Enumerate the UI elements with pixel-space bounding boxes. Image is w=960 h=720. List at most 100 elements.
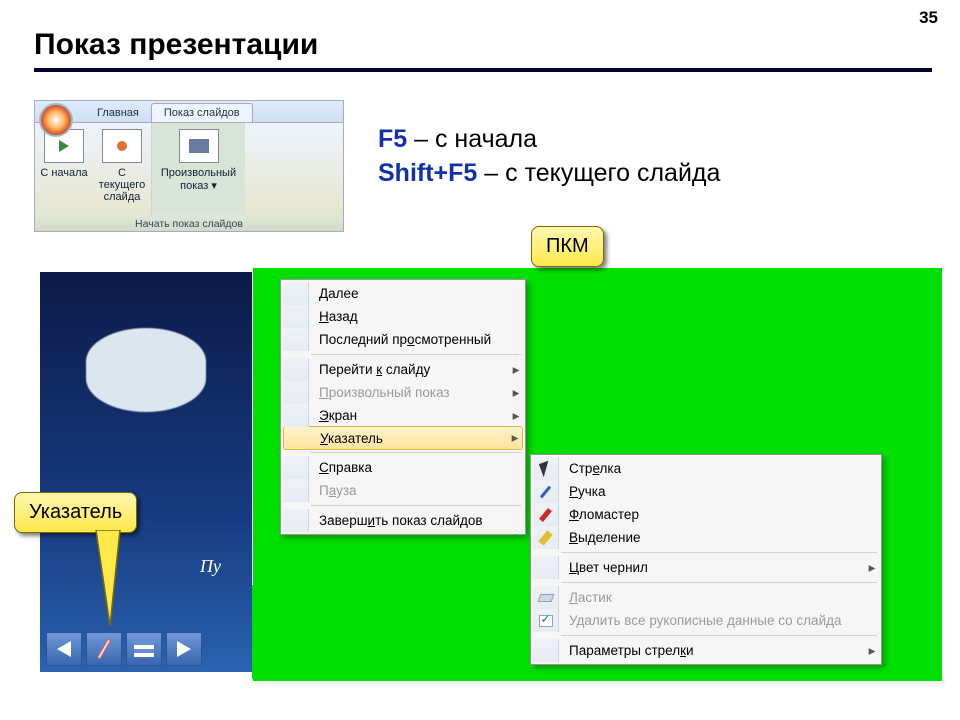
ptr-arrow-opts-label: Параметры стрелки — [559, 643, 865, 658]
ptr-arrow[interactable]: Стрелка — [533, 457, 879, 480]
submenu-arrow-icon: ▸ — [509, 362, 523, 378]
ctx-pointer[interactable]: Указатель ▸ — [283, 426, 523, 450]
callout-pkm: ПКМ — [531, 226, 604, 267]
ptr-felt-label: Фломастер — [559, 507, 879, 522]
page-number: 35 — [919, 8, 938, 28]
erase-all-icon — [533, 609, 559, 632]
ctx-icon-blank — [283, 456, 309, 479]
nav-next-button[interactable] — [166, 632, 202, 666]
ptr-high-label: Выделение — [559, 530, 879, 545]
custom-show-label: Произвольный показ ▾ — [154, 167, 243, 192]
ctx-end[interactable]: Завершить показ слайдов — [283, 509, 523, 532]
pointer-submenu: Стрелка Ручка Фломастер Выделение Цвет ч… — [530, 454, 882, 665]
ptr-erase-all-label: Удалить все рукописные данные со слайда — [559, 613, 879, 628]
menu-icon — [134, 641, 154, 657]
ctx-end-label: Завершить показ слайдов — [309, 513, 523, 528]
ctx-sep — [311, 452, 521, 453]
ptr-ink-color[interactable]: Цвет чернил ▸ — [533, 556, 879, 579]
slide-preview: НКТ Пу — [40, 272, 252, 672]
ctx-back[interactable]: Назад — [283, 305, 523, 328]
page-title: Показ презентации — [34, 28, 932, 62]
ctx-screen[interactable]: Экран ▸ — [283, 404, 523, 427]
ctx-last-label: Последний просмотренный — [309, 332, 523, 347]
custom-show-icon — [179, 129, 219, 163]
cursor-icon — [533, 457, 559, 480]
title-underline — [34, 68, 932, 72]
nav-menu-button[interactable] — [126, 632, 162, 666]
context-menu: Далее Назад Последний просмотренный Пере… — [280, 279, 526, 535]
slide-sub-fragment: Пу — [200, 556, 221, 577]
nav-pen-button[interactable] — [86, 632, 122, 666]
btn-custom-show[interactable]: Произвольный показ ▾ — [151, 123, 245, 215]
ctx-sep — [311, 505, 521, 506]
pen-icon — [97, 638, 111, 659]
pen-icon — [533, 480, 559, 503]
ctx-icon-blank — [283, 305, 309, 328]
ctx-back-label: Назад — [309, 309, 523, 324]
ctx-pause: Пауза — [283, 479, 523, 502]
ctx-icon-blank — [284, 427, 310, 449]
ptr-arrow-opts[interactable]: Параметры стрелки ▸ — [533, 639, 879, 662]
submenu-arrow-icon: ▸ — [508, 430, 522, 446]
ptr-felt[interactable]: Фломастер — [533, 503, 879, 526]
highlighter-icon — [533, 526, 559, 549]
ptr-ink-label: Цвет чернил — [559, 560, 865, 575]
ptr-pen-label: Ручка — [559, 484, 879, 499]
tab-home[interactable]: Главная — [85, 104, 151, 122]
ctx-help[interactable]: Справка — [283, 456, 523, 479]
ptr-eraser-label: Ластик — [559, 590, 879, 605]
ctx-icon-blank — [533, 556, 559, 579]
slide-nav-bar — [46, 632, 202, 666]
ctx-icon-blank — [283, 328, 309, 351]
kb-shift-f5-text: – с текущего слайда — [477, 159, 720, 187]
kb-shift-f5: Shift+F5 — [378, 159, 477, 187]
title-block: Показ презентации — [34, 28, 932, 72]
ctx-pause-label: Пауза — [309, 483, 523, 498]
slide-image — [86, 328, 206, 412]
arrow-right-icon — [177, 641, 191, 657]
ptr-sep — [561, 582, 877, 583]
ptr-highlight[interactable]: Выделение — [533, 526, 879, 549]
marker-icon — [533, 503, 559, 526]
green-overlay-mid — [252, 585, 533, 679]
ptr-sep — [561, 552, 877, 553]
ctx-next-label: Далее — [309, 286, 523, 301]
office-button-icon[interactable] — [39, 103, 73, 137]
ctx-custom-show: Произвольный показ ▸ — [283, 381, 523, 404]
submenu-arrow-icon: ▸ — [865, 560, 879, 576]
tab-slideshow[interactable]: Показ слайдов — [151, 103, 253, 122]
ribbon-screenshot: Главная Показ слайдов С начала С текущег… — [34, 100, 344, 232]
ctx-sep — [311, 354, 521, 355]
btn-from-start[interactable]: С начала — [35, 123, 93, 215]
callout-pointer: Указатель — [14, 492, 137, 533]
shortcut-lines: F5 – с начала Shift+F5 – с текущего слай… — [378, 122, 720, 190]
submenu-arrow-icon: ▸ — [509, 408, 523, 424]
ctx-icon-blank — [283, 381, 309, 404]
ptr-erase-all: Удалить все рукописные данные со слайда — [533, 609, 879, 632]
from-current-label: С текущего слайда — [95, 167, 149, 203]
ctx-custom-label: Произвольный показ — [309, 385, 509, 400]
ctx-icon-blank — [283, 404, 309, 427]
btn-from-current[interactable]: С текущего слайда — [93, 123, 151, 215]
ctx-help-label: Справка — [309, 460, 523, 475]
ptr-eraser: Ластик — [533, 586, 879, 609]
ctx-icon-blank — [283, 509, 309, 532]
ctx-last-viewed[interactable]: Последний просмотренный — [283, 328, 523, 351]
ctx-icon-blank — [283, 358, 309, 381]
ctx-goto[interactable]: Перейти к слайду ▸ — [283, 358, 523, 381]
nav-prev-button[interactable] — [46, 632, 82, 666]
ctx-next[interactable]: Далее — [283, 282, 523, 305]
submenu-arrow-icon: ▸ — [865, 643, 879, 659]
ptr-sep — [561, 635, 877, 636]
submenu-arrow-icon: ▸ — [509, 385, 523, 401]
ribbon-group-label: Начать показ слайдов — [35, 215, 343, 232]
kb-f5-text: – с начала — [407, 125, 537, 153]
kb-f5: F5 — [378, 125, 407, 153]
from-current-icon — [102, 129, 142, 163]
ctx-screen-label: Экран — [309, 408, 509, 423]
ctx-pointer-label: Указатель — [310, 431, 508, 446]
ptr-pen[interactable]: Ручка — [533, 480, 879, 503]
ctx-icon-blank — [283, 282, 309, 305]
arrow-left-icon — [57, 641, 71, 657]
ctx-icon-blank — [533, 639, 559, 662]
